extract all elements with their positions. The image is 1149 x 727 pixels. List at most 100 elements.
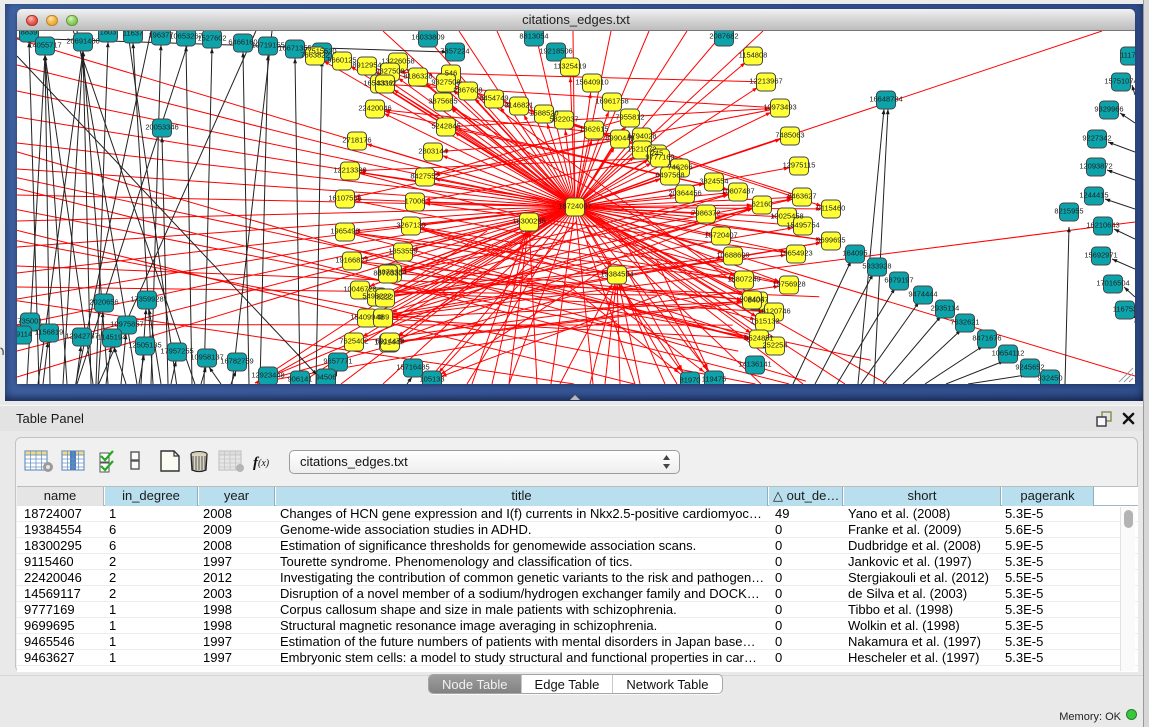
svg-text:9329966: 9329966 bbox=[1094, 105, 1123, 114]
svg-text:3267130: 3267130 bbox=[396, 221, 425, 230]
svg-text:5242845: 5242845 bbox=[431, 122, 460, 131]
svg-text:7632621: 7632621 bbox=[950, 318, 979, 327]
svg-text:11637: 11637 bbox=[123, 31, 143, 38]
svg-text:20053346: 20053346 bbox=[145, 123, 178, 132]
svg-text:17016504: 17016504 bbox=[1096, 279, 1129, 288]
svg-text:16961758: 16961758 bbox=[595, 97, 628, 106]
svg-text:18807249: 18807249 bbox=[727, 275, 760, 284]
svg-text:7625402: 7625402 bbox=[339, 337, 368, 346]
svg-text:2020656: 2020656 bbox=[89, 298, 118, 307]
svg-text:10807487: 10807487 bbox=[721, 187, 754, 196]
svg-text:15716485: 15716485 bbox=[396, 363, 429, 372]
svg-text:16782759: 16782759 bbox=[220, 357, 253, 366]
svg-text:9463627: 9463627 bbox=[787, 192, 816, 201]
svg-text:1244415: 1244415 bbox=[1079, 191, 1108, 200]
svg-text:15720407: 15720407 bbox=[704, 231, 737, 240]
svg-text:7357224: 7357224 bbox=[440, 47, 469, 56]
svg-text:6794028: 6794028 bbox=[627, 132, 656, 141]
svg-text:22420046: 22420046 bbox=[358, 104, 391, 113]
svg-text:12942737: 12942737 bbox=[65, 332, 98, 341]
svg-text:13226058: 13226058 bbox=[381, 57, 414, 66]
svg-text:1154808: 1154808 bbox=[739, 51, 768, 60]
svg-text:9327509: 9327509 bbox=[375, 67, 404, 76]
svg-text:19166827: 19166827 bbox=[335, 256, 368, 265]
svg-text:7485063: 7485063 bbox=[775, 131, 804, 140]
svg-text:8186328: 8186328 bbox=[403, 72, 432, 81]
svg-text:932450: 932450 bbox=[1037, 374, 1062, 383]
svg-text:10654112: 10654112 bbox=[992, 349, 1025, 358]
svg-text:15751074: 15751074 bbox=[1104, 77, 1135, 86]
svg-text:17006: 17006 bbox=[405, 197, 426, 206]
svg-text:16648784: 16648784 bbox=[869, 95, 902, 104]
svg-text:11325419: 11325419 bbox=[554, 62, 587, 71]
svg-text:11173: 11173 bbox=[1120, 51, 1135, 60]
svg-text:1156819: 1156819 bbox=[35, 328, 64, 337]
svg-text:5933928: 5933928 bbox=[862, 262, 891, 271]
svg-text:15640910: 15640910 bbox=[575, 78, 608, 87]
svg-text:1527602: 1527602 bbox=[197, 34, 226, 43]
svg-text:20364456: 20364456 bbox=[668, 189, 701, 198]
svg-text:18724007: 18724007 bbox=[558, 202, 591, 211]
svg-text:16033809: 16033809 bbox=[411, 33, 444, 42]
svg-text:14136141: 14136141 bbox=[738, 360, 771, 369]
svg-text:19756928: 19756928 bbox=[772, 280, 805, 289]
svg-text:8215955: 8215955 bbox=[1054, 207, 1083, 216]
svg-text:2935114: 2935114 bbox=[931, 304, 960, 313]
svg-text:19218506: 19218506 bbox=[539, 47, 572, 56]
svg-text:8471676: 8471676 bbox=[972, 334, 1001, 343]
svg-text:17957255: 17957255 bbox=[160, 347, 193, 356]
svg-text:7986372: 7986372 bbox=[691, 209, 720, 218]
svg-text:2867608: 2867608 bbox=[453, 86, 482, 95]
svg-text:9115460: 9115460 bbox=[817, 204, 846, 213]
svg-text:546: 546 bbox=[445, 69, 458, 78]
svg-text:9474444: 9474444 bbox=[908, 290, 937, 299]
svg-text:12923448: 12923448 bbox=[251, 371, 284, 380]
svg-text:12213967: 12213967 bbox=[749, 77, 782, 86]
svg-text:15495754: 15495754 bbox=[786, 221, 819, 230]
svg-text:8813054: 8813054 bbox=[519, 32, 548, 41]
svg-text:17359928: 17359928 bbox=[130, 295, 163, 304]
svg-text:10973493: 10973493 bbox=[763, 103, 796, 112]
svg-text:164095: 164095 bbox=[842, 249, 867, 258]
svg-text:2087682: 2087682 bbox=[709, 32, 738, 41]
svg-text:20691406: 20691406 bbox=[66, 37, 99, 46]
svg-text:39114: 39114 bbox=[17, 330, 32, 339]
svg-text:252254: 252254 bbox=[762, 341, 787, 350]
svg-text:906141: 906141 bbox=[287, 375, 312, 384]
svg-text:6879197: 6879197 bbox=[884, 276, 913, 285]
svg-text:3312: 3312 bbox=[377, 79, 394, 88]
svg-text:3875685: 3875685 bbox=[428, 97, 457, 106]
svg-text:1353559: 1353559 bbox=[388, 247, 417, 256]
svg-text:1145194: 1145194 bbox=[98, 333, 127, 342]
svg-text:2803144: 2803144 bbox=[418, 147, 447, 156]
svg-text:735001: 735001 bbox=[17, 317, 42, 326]
svg-text:12975115: 12975115 bbox=[783, 161, 816, 170]
svg-text:10975857: 10975857 bbox=[110, 320, 143, 329]
svg-text:12505135: 12505135 bbox=[128, 341, 161, 350]
svg-text:16210643: 16210643 bbox=[1086, 221, 1119, 230]
svg-text:8222: 8222 bbox=[377, 293, 394, 302]
svg-text:8427552: 8427552 bbox=[410, 172, 439, 181]
svg-text:7663822: 7663822 bbox=[300, 51, 329, 60]
svg-text:8839: 8839 bbox=[21, 31, 38, 37]
svg-text:81970: 81970 bbox=[680, 376, 701, 385]
svg-text:16120746: 16120746 bbox=[757, 307, 790, 316]
svg-text:1965498: 1965498 bbox=[330, 227, 359, 236]
svg-text:10688609: 10688609 bbox=[716, 251, 749, 260]
svg-text:119475: 119475 bbox=[702, 375, 726, 384]
svg-text:8878330: 8878330 bbox=[373, 269, 402, 278]
svg-text:12213389: 12213389 bbox=[333, 166, 366, 175]
svg-text:6914479: 6914479 bbox=[375, 337, 404, 346]
svg-text:105133: 105133 bbox=[419, 375, 444, 384]
svg-text:(x): (x) bbox=[258, 458, 270, 469]
svg-text:7955812: 7955812 bbox=[615, 113, 644, 122]
svg-text:9699695: 9699695 bbox=[816, 236, 845, 245]
svg-text:10958137: 10958137 bbox=[190, 353, 223, 362]
svg-text:9245652: 9245652 bbox=[1015, 363, 1044, 372]
svg-text:5822037: 5822037 bbox=[549, 115, 578, 124]
svg-text:6497568: 6497568 bbox=[655, 171, 684, 180]
svg-text:18300295: 18300295 bbox=[512, 217, 545, 226]
svg-text:10025458: 10025458 bbox=[770, 212, 803, 221]
svg-text:1362615: 1362615 bbox=[579, 125, 608, 134]
svg-text:9657771: 9657771 bbox=[323, 357, 352, 366]
